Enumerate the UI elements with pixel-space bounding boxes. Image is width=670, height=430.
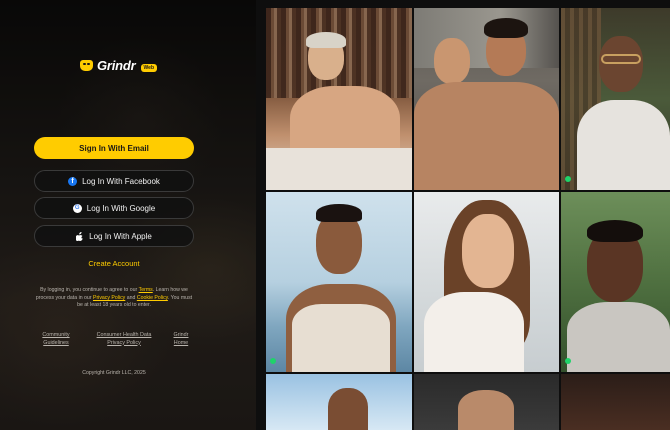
sign-in-email-label: Sign In With Email [79, 143, 149, 153]
grindr-mask-icon [80, 60, 93, 71]
legal-notice: By logging in, you continue to agree to … [34, 287, 194, 310]
profile-grid [256, 0, 670, 430]
profile-tile[interactable] [561, 192, 670, 372]
profile-photo-glasses [601, 54, 641, 64]
profile-photo-body [567, 302, 670, 372]
profile-photo-shirt [292, 304, 390, 372]
footer-link-line: Home [173, 339, 189, 346]
profile-photo-bedding [266, 148, 412, 190]
profile-photo-head [599, 36, 643, 92]
google-icon: G [72, 203, 82, 213]
create-account-link[interactable]: Create Account [0, 259, 228, 268]
google-login-button[interactable]: G Log In With Google [34, 197, 194, 219]
profile-photo-head [434, 38, 470, 84]
legal-text: and [125, 294, 137, 301]
profile-photo-head [458, 390, 514, 430]
consumer-health-privacy-link[interactable]: Consumer Health Data Privacy Policy [92, 332, 156, 347]
profile-tile[interactable] [561, 8, 670, 190]
cookie-policy-link[interactable]: Cookie Policy [137, 295, 168, 301]
footer-link-line: Grindr [173, 332, 189, 338]
profile-tile[interactable] [266, 192, 412, 372]
sign-in-email-button[interactable]: Sign In With Email [34, 137, 194, 159]
profile-tile[interactable] [266, 8, 412, 190]
profile-tile[interactable] [266, 374, 412, 430]
brand-logo[interactable]: Grindr Web [80, 58, 157, 73]
apple-icon [76, 231, 84, 241]
profile-photo-body [424, 292, 524, 372]
footer-link-line: Privacy Policy [107, 339, 141, 346]
footer-link-line: Consumer Health Data [96, 332, 152, 338]
legal-text: By logging in, you continue to agree to … [40, 287, 139, 293]
apple-login-button[interactable]: Log In With Apple [34, 225, 194, 247]
footer-link-line: Guidelines [43, 339, 69, 346]
profile-photo-body [577, 100, 670, 190]
footer-link-line: Community [42, 332, 70, 338]
privacy-policy-link[interactable]: Privacy Policy [93, 295, 125, 301]
online-status-dot [565, 176, 571, 182]
online-status-dot [565, 358, 571, 364]
copyright: Copyright Grindr LLC, 2025 [82, 370, 146, 376]
profile-tile[interactable] [414, 374, 559, 430]
profile-tile[interactable] [414, 8, 559, 190]
facebook-icon: f [68, 176, 78, 186]
online-status-dot [270, 358, 276, 364]
google-login-label: Log In With Google [86, 203, 156, 213]
brand-badge: Web [140, 63, 157, 72]
profile-photo-hair [306, 32, 346, 48]
facebook-login-button[interactable]: f Log In With Facebook [34, 170, 194, 192]
profile-photo-head [462, 214, 514, 288]
profile-photo-hair [484, 18, 528, 38]
apple-login-label: Log In With Apple [89, 231, 152, 241]
profile-photo-body [414, 82, 559, 190]
grindr-home-link[interactable]: Grindr Home [170, 332, 192, 347]
terms-link[interactable]: Terms [139, 287, 153, 293]
profile-photo-hair [587, 220, 643, 242]
profile-photo-hair [316, 204, 362, 222]
login-panel: Grindr Web Sign In With Email f Log In W… [0, 0, 256, 430]
profile-tile[interactable] [414, 192, 559, 372]
profile-tile[interactable] [561, 374, 670, 430]
brand-name: Grindr [97, 58, 136, 73]
profile-photo-head [328, 388, 368, 430]
facebook-login-label: Log In With Facebook [82, 176, 160, 186]
community-guidelines-link[interactable]: Community Guidelines [36, 332, 76, 347]
